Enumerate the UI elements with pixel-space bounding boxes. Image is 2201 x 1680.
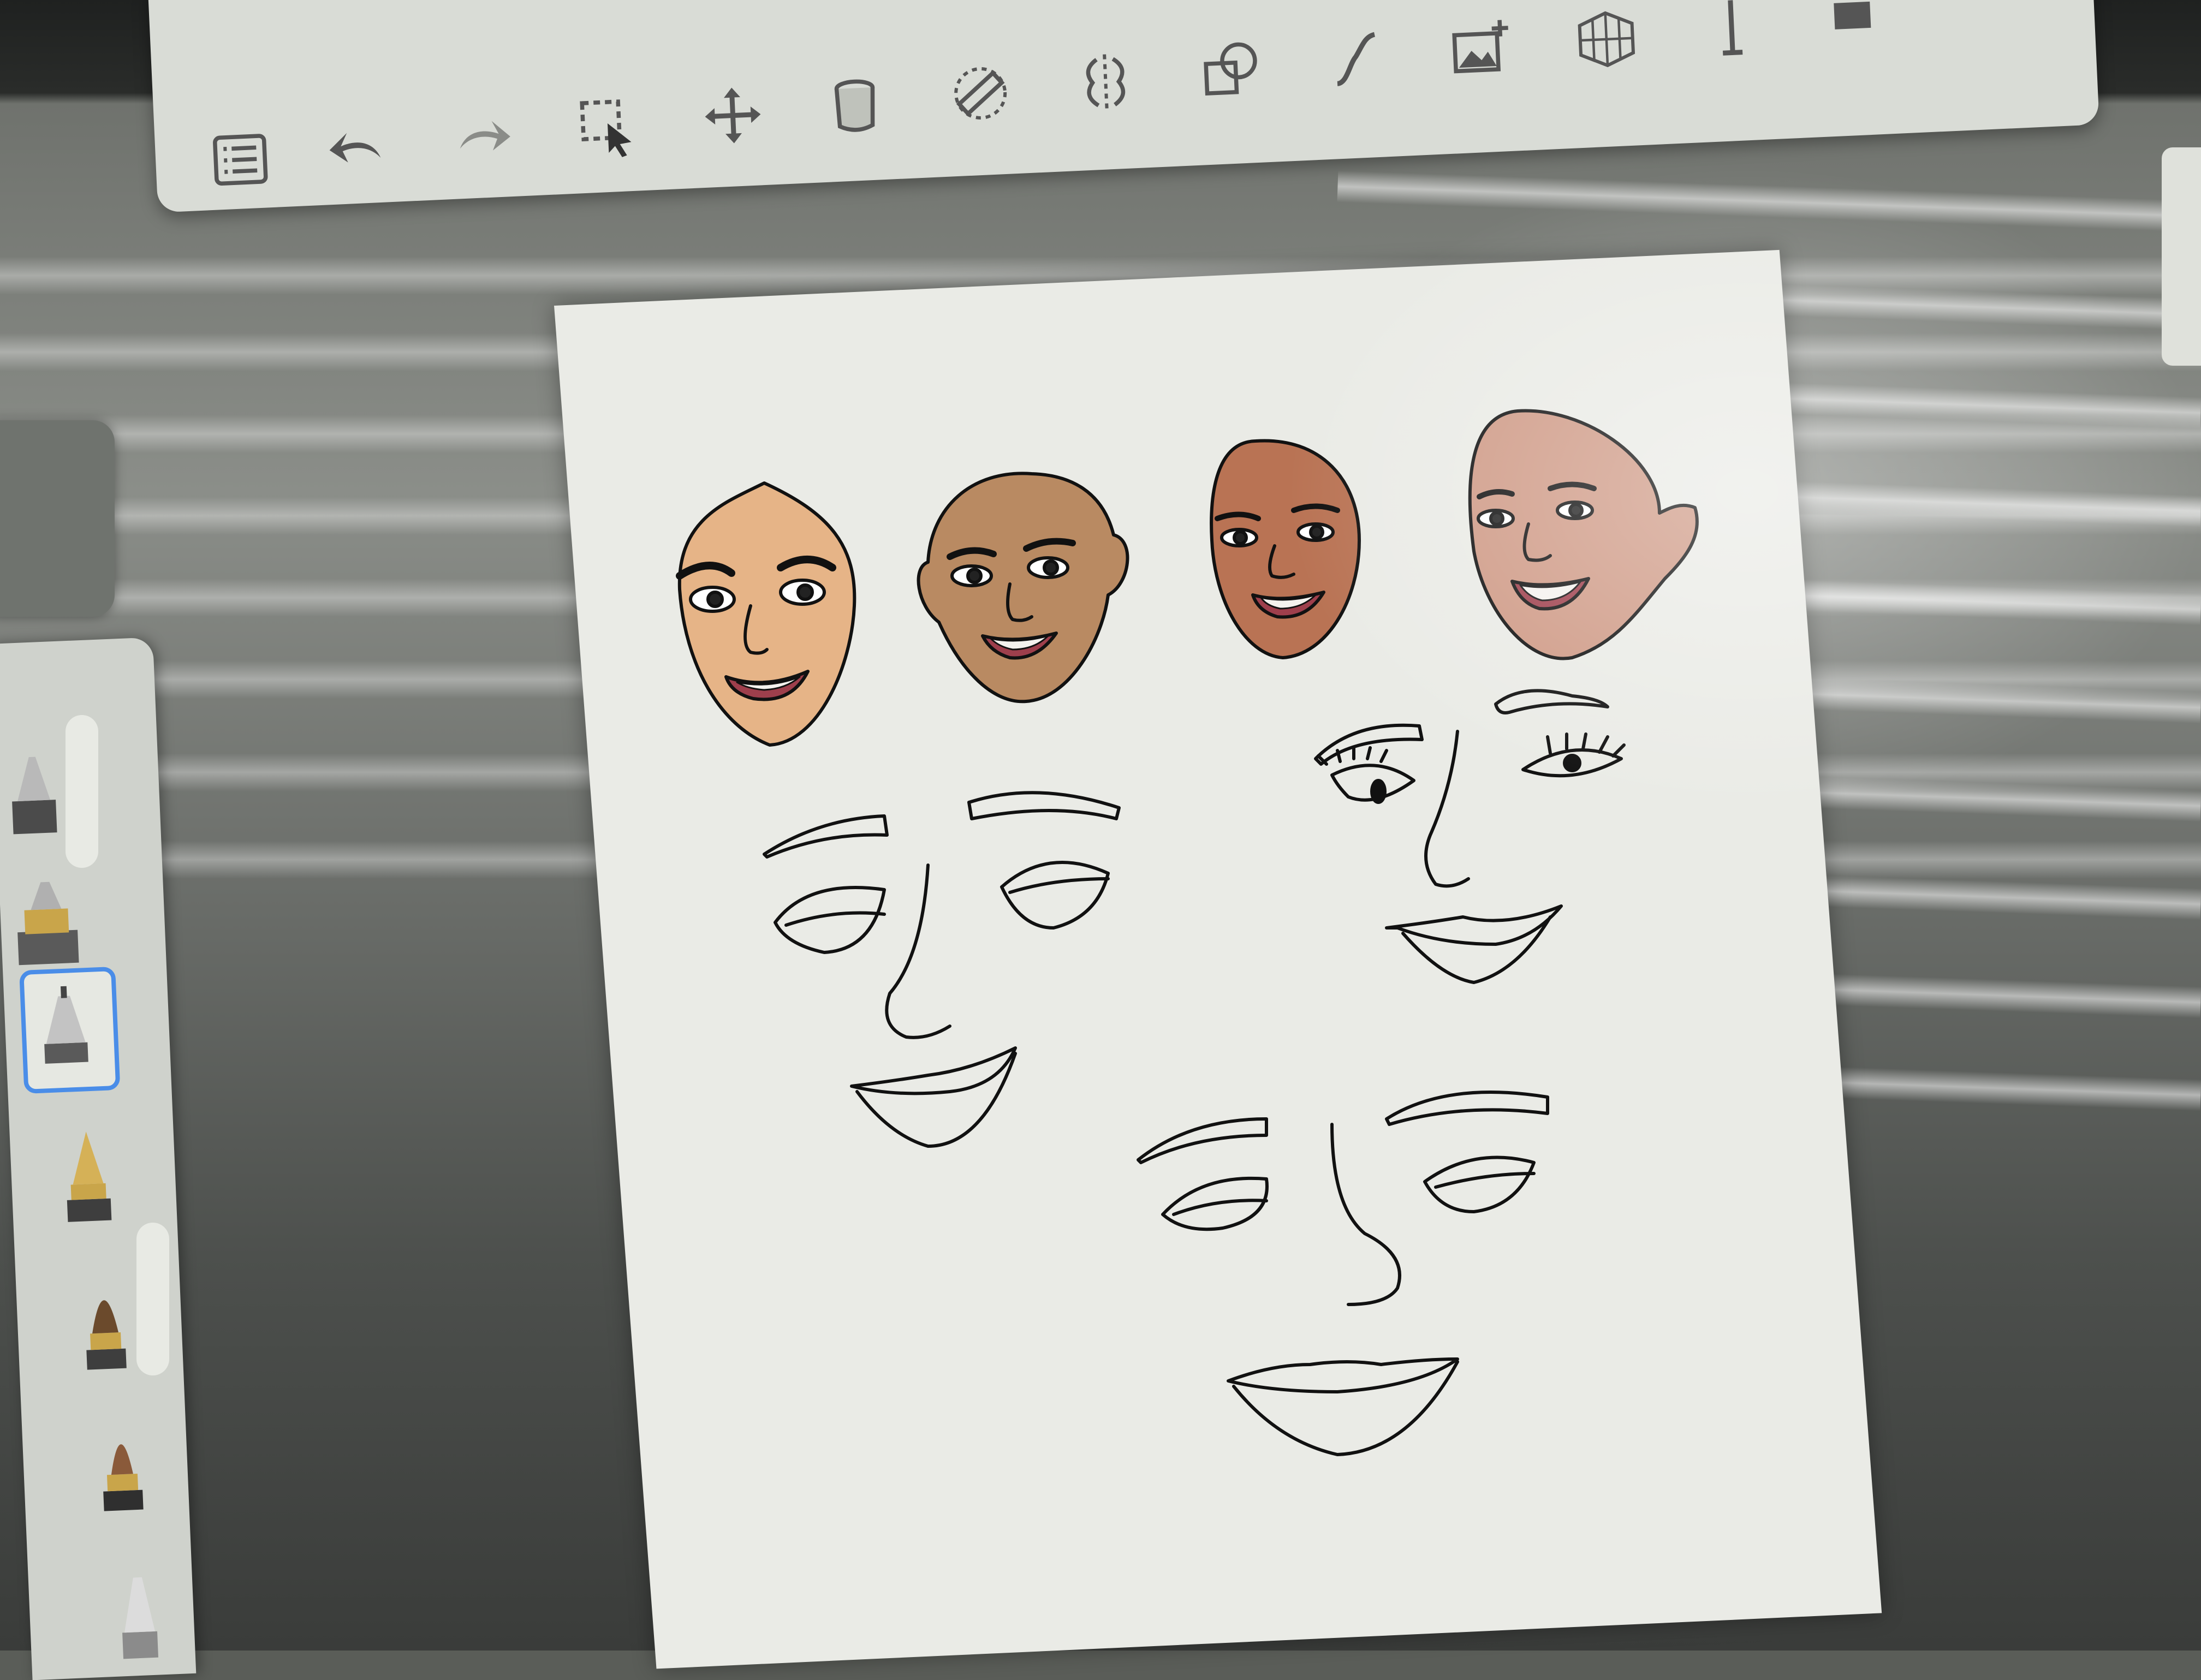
brush-size-slider[interactable] [66, 715, 98, 868]
text-icon[interactable] [1697, 0, 1765, 61]
image-import-icon[interactable] [1447, 15, 1515, 83]
redo-icon[interactable] [448, 104, 516, 172]
fountain-pen-brush-icon[interactable] [42, 1119, 134, 1237]
perspective-grid-icon[interactable] [1572, 3, 1640, 72]
line-art-face-bottom [1138, 1092, 1548, 1455]
screen-glare [1283, 164, 2201, 819]
brush-size-puck[interactable] [0, 420, 115, 617]
shapes-icon[interactable] [1197, 37, 1265, 105]
marker-brush-icon[interactable] [9, 863, 102, 982]
more-icon[interactable] [1820, 0, 1888, 50]
layers-list-icon[interactable] [206, 126, 275, 194]
transform-move-icon[interactable] [699, 81, 767, 150]
brush-opacity-slider[interactable] [136, 1223, 169, 1375]
inking-pen-brush-icon[interactable] [19, 967, 120, 1094]
curve-stroke-icon[interactable] [1322, 26, 1390, 94]
watercolor-brush-icon[interactable] [76, 1407, 168, 1526]
colored-face-1 [680, 483, 855, 745]
paint-bucket-icon[interactable] [821, 70, 889, 139]
selection-icon[interactable] [574, 92, 642, 160]
symmetry-icon[interactable] [1072, 48, 1140, 116]
ruler-guide-icon[interactable] [946, 59, 1014, 127]
colored-face-2 [919, 473, 1128, 701]
airbrush-icon[interactable] [93, 1554, 185, 1672]
undo-icon[interactable] [323, 115, 391, 183]
line-art-face-left [764, 793, 1119, 1146]
